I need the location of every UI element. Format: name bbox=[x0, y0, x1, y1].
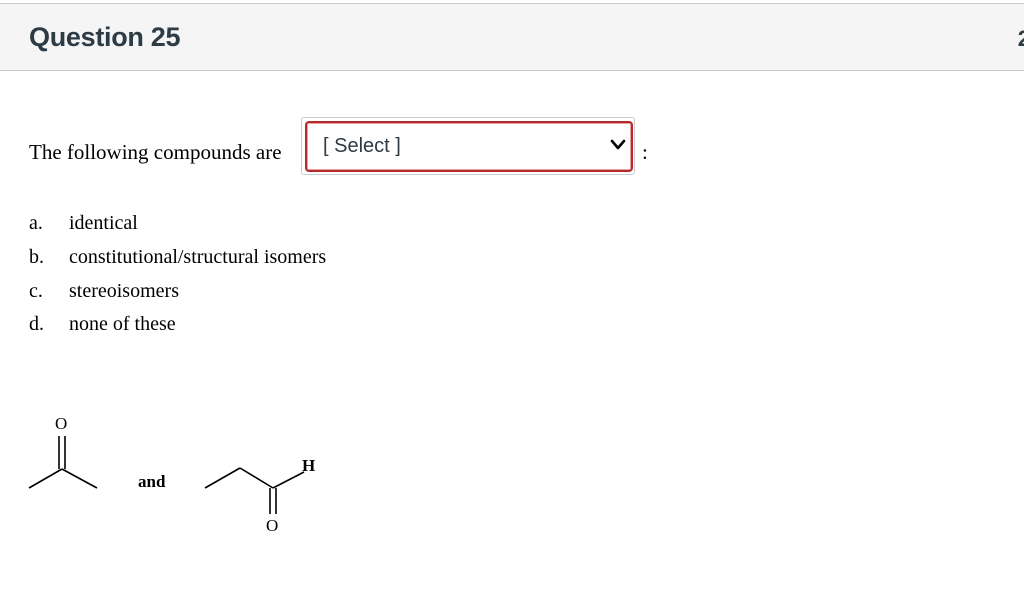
option-letter: d. bbox=[29, 313, 44, 335]
hydrogen-label: H bbox=[302, 456, 316, 475]
question-colon: : bbox=[642, 140, 648, 164]
propanal-structure bbox=[204, 467, 305, 514]
oxygen-label: O bbox=[266, 516, 279, 535]
question-title: Question 25 bbox=[29, 22, 181, 52]
conjunction-label: and bbox=[138, 472, 166, 491]
option-text: stereoisomers bbox=[69, 280, 179, 302]
option-c: c. stereoisomers bbox=[29, 280, 179, 303]
acetone-structure bbox=[28, 436, 98, 489]
question-points: 2 bbox=[1017, 26, 1024, 51]
option-letter: c. bbox=[29, 280, 43, 302]
answer-select[interactable]: [ Select ] bbox=[305, 121, 633, 172]
option-letter: b. bbox=[29, 246, 44, 268]
chevron-down-icon bbox=[610, 139, 626, 150]
option-text: none of these bbox=[69, 313, 176, 335]
option-b: b. constitutional/structural isomers bbox=[29, 246, 326, 269]
answer-select-value: [ Select ] bbox=[323, 135, 401, 157]
option-text: identical bbox=[69, 212, 138, 234]
option-d: d. none of these bbox=[29, 313, 176, 336]
oxygen-label: O bbox=[55, 414, 68, 433]
option-a: a. identical bbox=[29, 212, 138, 235]
question-prompt: The following compounds are bbox=[29, 140, 282, 164]
option-text: constitutional/structural isomers bbox=[69, 246, 327, 268]
question-header: Question 25 2 bbox=[0, 3, 1024, 71]
option-letter: a. bbox=[29, 212, 43, 234]
